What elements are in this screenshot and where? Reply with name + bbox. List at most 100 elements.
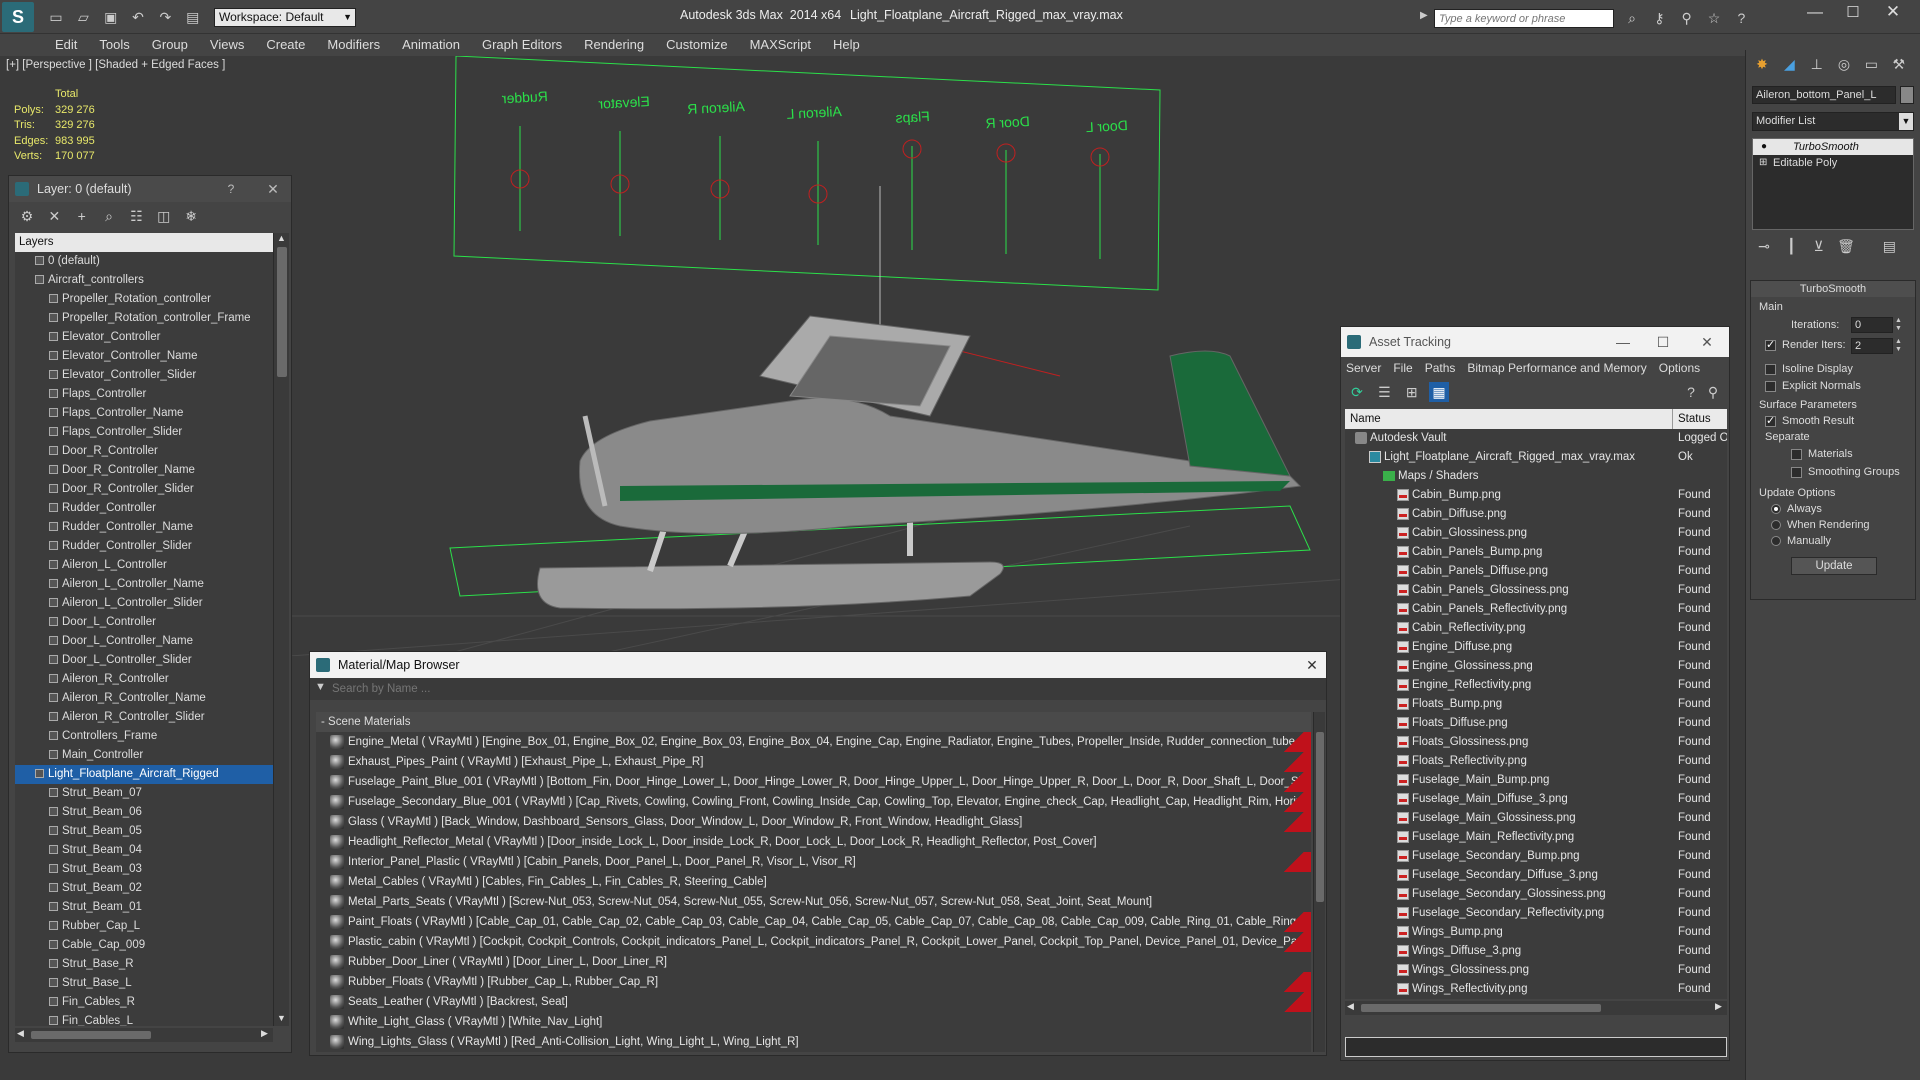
layer-row[interactable]: Strut_Base_L (15, 974, 273, 993)
menu-rendering[interactable]: Rendering (573, 34, 655, 56)
asset-col-status[interactable]: Status (1678, 409, 1711, 429)
menu-views[interactable]: Views (199, 34, 255, 56)
smoothing-groups-row[interactable]: Smoothing Groups (1791, 466, 1900, 478)
asset-hscrollbar[interactable]: ◀ ▶ (1345, 1001, 1727, 1015)
render-iters-spinner-arrows[interactable]: ▲ ▼ (1895, 338, 1902, 354)
material-row[interactable]: Exhaust_Pipes_Paint ( VRayMtl ) [Exhaust… (316, 752, 1311, 772)
list-view-icon[interactable]: ☰ (1374, 382, 1394, 402)
create-tab-icon[interactable]: ✸ (1752, 54, 1772, 74)
configure-modifier-sets-icon[interactable]: ▤ (1879, 236, 1899, 256)
menu-maxscript[interactable]: MAXScript (739, 34, 822, 56)
refresh-icon[interactable]: ⟳ (1347, 382, 1367, 402)
asset-menu-server[interactable]: Server (1346, 361, 1381, 375)
help-icon[interactable]: ? (1731, 8, 1751, 28)
menu-animation[interactable]: Animation (391, 34, 471, 56)
minimize-button[interactable]: — (1800, 4, 1830, 22)
viewport-label[interactable]: [+] [Perspective ] [Shaded + Edged Faces… (6, 59, 225, 71)
layer-row[interactable]: Main_Controller (15, 746, 273, 765)
search-options-icon[interactable]: ▼ (315, 681, 326, 693)
isoline-display-checkbox[interactable] (1765, 363, 1776, 375)
key-icon[interactable]: ⚷ (1649, 8, 1669, 28)
freeze-all-icon[interactable]: ❄ (181, 206, 201, 226)
close-window-button[interactable]: ✕ (1878, 2, 1908, 22)
layer-row[interactable]: Light_Floatplane_Aircraft_Rigged (15, 765, 273, 784)
asset-row[interactable]: Wings_Glossiness.png Found (1345, 961, 1727, 980)
always-radio[interactable] (1771, 504, 1781, 515)
layer-row[interactable]: Strut_Beam_02 (15, 879, 273, 898)
material-browser-close-button[interactable]: ✕ (1298, 652, 1326, 678)
object-name-field[interactable]: Aileron_bottom_Panel_L (1752, 86, 1896, 104)
maximize-button[interactable]: ☐ (1838, 3, 1868, 21)
materials-row[interactable]: Materials (1791, 448, 1853, 460)
scene-geometry[interactable]: Rudder Elevator Aileron R Aileron L Flap… (290, 56, 1390, 656)
material-row[interactable]: Wing_Lights_Glass ( VRayMtl ) [Red_Anti-… (316, 1032, 1311, 1052)
asset-hscroll-thumb[interactable] (1361, 1004, 1601, 1012)
iterations-spinner[interactable]: 0 (1851, 317, 1893, 333)
layer-panel-titlebar[interactable]: Layer: 0 (default) ? ✕ (9, 176, 291, 202)
layer-close-button[interactable]: ✕ (259, 176, 287, 202)
layer-row[interactable]: Aileron_R_Controller_Slider (15, 708, 273, 727)
scroll-right-icon[interactable]: ▶ (261, 1028, 268, 1039)
material-scrollbar[interactable] (1313, 712, 1325, 1052)
layer-row[interactable]: Fin_Cables_L (15, 1012, 273, 1026)
asset-menu-options[interactable]: Options (1659, 361, 1700, 375)
layer-row[interactable]: Controllers_Frame (15, 727, 273, 746)
signin-icon[interactable]: ⚲ (1677, 8, 1697, 28)
asset-row[interactable]: Cabin_Panels_Glossiness.png Found (1345, 581, 1727, 600)
asset-row[interactable]: Fuselage_Main_Diffuse_3.png Found (1345, 790, 1727, 809)
layer-row[interactable]: Elevator_Controller (15, 328, 273, 347)
asset-list[interactable]: Name Status Autodesk Vault Logged O Light_… (1345, 409, 1727, 999)
asset-row[interactable]: Floats_Reflectivity.png Found (1345, 752, 1727, 771)
layer-row[interactable]: Door_L_Controller_Slider (15, 651, 273, 670)
menu-graph-editors[interactable]: Graph Editors (471, 34, 573, 56)
layer-help-button[interactable]: ? (217, 176, 245, 202)
layer-row[interactable]: Rudder_Controller (15, 499, 273, 518)
material-row[interactable]: Rubber_Door_Liner ( VRayMtl ) [Door_Line… (316, 952, 1311, 972)
show-end-result-icon[interactable]: ┃ (1781, 236, 1801, 256)
layer-row[interactable]: Door_R_Controller (15, 442, 273, 461)
layer-row[interactable]: 0 (default) (15, 252, 273, 271)
asset-row[interactable]: Cabin_Bump.png Found (1345, 486, 1727, 505)
material-row[interactable]: White_Light_Glass ( VRayMtl ) [White_Nav… (316, 1012, 1311, 1032)
layer-row[interactable]: Door_R_Controller_Slider (15, 480, 273, 499)
render-iters-checkbox[interactable] (1765, 338, 1776, 351)
asset-row[interactable]: Fuselage_Secondary_Glossiness.png Found (1345, 885, 1727, 904)
project-folder-icon[interactable]: ▤ (183, 7, 203, 27)
layer-row[interactable]: Aileron_L_Controller (15, 556, 273, 575)
layer-row[interactable]: Door_L_Controller (15, 613, 273, 632)
layer-row[interactable]: Strut_Beam_04 (15, 841, 273, 860)
asset-close-button[interactable]: ✕ (1693, 327, 1721, 357)
menu-create[interactable]: Create (255, 34, 316, 56)
layer-hscrollbar[interactable]: ◀ ▶ (15, 1028, 273, 1042)
layer-row[interactable]: Elevator_Controller_Name (15, 347, 273, 366)
asset-row[interactable]: Cabin_Panels_Reflectivity.png Found (1345, 600, 1727, 619)
make-unique-icon[interactable]: ⊻ (1809, 236, 1829, 256)
asset-help-icon[interactable]: ? (1681, 382, 1701, 402)
scene-materials-header[interactable]: - Scene Materials (316, 712, 1311, 732)
material-row[interactable]: Interior_Panel_Plastic ( VRayMtl ) [Cabi… (316, 852, 1311, 872)
smoothing-groups-checkbox[interactable] (1791, 466, 1802, 478)
utilities-tab-icon[interactable]: ⚒ (1889, 54, 1909, 74)
modifier-list-dropdown[interactable]: Modifier List ▼ (1752, 112, 1914, 131)
material-row[interactable]: Rubber_Floats ( VRayMtl ) [Rubber_Cap_L,… (316, 972, 1311, 992)
material-row[interactable]: Engine_Metal ( VRayMtl ) [Engine_Box_01,… (316, 732, 1311, 752)
render-iters-row[interactable]: Render Iters: (1765, 338, 1846, 351)
explicit-normals-row[interactable]: Explicit Normals (1765, 380, 1861, 392)
hierarchy-tab-icon[interactable]: ⊥ (1807, 54, 1827, 74)
highlight-layer-icon[interactable]: ☷ (126, 206, 146, 226)
material-row[interactable]: Fuselage_Paint_Blue_001 ( VRayMtl ) [Bot… (316, 772, 1311, 792)
asset-row[interactable]: Fuselage_Main_Glossiness.png Found (1345, 809, 1727, 828)
layer-row[interactable]: Strut_Beam_01 (15, 898, 273, 917)
isoline-display-row[interactable]: Isoline Display (1765, 363, 1853, 375)
layer-row[interactable]: Flaps_Controller (15, 385, 273, 404)
menu-modifiers[interactable]: Modifiers (316, 34, 391, 56)
asset-row[interactable]: Fuselage_Secondary_Reflectivity.png Found (1345, 904, 1727, 923)
always-row[interactable]: Always (1771, 503, 1822, 515)
display-tab-icon[interactable]: ▭ (1861, 54, 1881, 74)
material-row[interactable]: Paint_Floats ( VRayMtl ) [Cable_Cap_01, … (316, 912, 1311, 932)
help-search-input[interactable] (1434, 9, 1614, 28)
material-row[interactable]: Headlight_Reflector_Metal ( VRayMtl ) [D… (316, 832, 1311, 852)
asset-row[interactable]: Floats_Bump.png Found (1345, 695, 1727, 714)
render-iters-spinner[interactable]: 2 (1851, 338, 1893, 354)
rollout-title[interactable]: TurboSmooth (1751, 281, 1915, 297)
